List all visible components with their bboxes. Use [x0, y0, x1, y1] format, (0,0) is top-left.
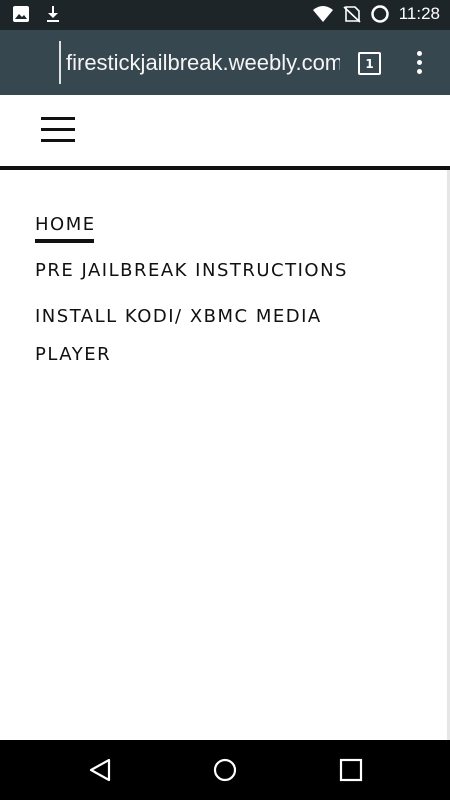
browser-toolbar: firestickjailbreak.weebly.com 1 [0, 30, 450, 95]
system-indicators: 11:28 [312, 4, 440, 24]
header-divider [0, 166, 450, 170]
system-nav-bar [0, 740, 450, 800]
status-bar: 11:28 [0, 0, 450, 30]
nav-link-install-kodi[interactable]: INSTALL KODI/ XBMC MEDIA PLAYER [35, 298, 355, 374]
hamburger-icon[interactable] [41, 117, 75, 143]
tab-count: 1 [365, 56, 374, 71]
text-cursor [59, 41, 61, 84]
nav-link-pre-jailbreak[interactable]: PRE JAILBREAK INSTRUCTIONS [35, 252, 348, 290]
no-sim-icon [343, 6, 361, 23]
back-icon[interactable] [87, 757, 113, 783]
notification-icons [12, 5, 62, 23]
home-icon[interactable] [212, 757, 238, 783]
active-link-underline [35, 239, 94, 243]
url-bar[interactable]: firestickjailbreak.weebly.com [66, 50, 340, 76]
tab-switcher-button[interactable]: 1 [358, 52, 381, 75]
loading-icon [370, 5, 389, 23]
recents-icon[interactable] [338, 757, 364, 783]
wifi-icon [312, 6, 333, 22]
clock: 11:28 [398, 4, 440, 23]
site-header [0, 95, 450, 166]
more-vert-icon[interactable] [410, 51, 428, 75]
download-icon [47, 6, 59, 22]
image-icon [13, 6, 29, 22]
